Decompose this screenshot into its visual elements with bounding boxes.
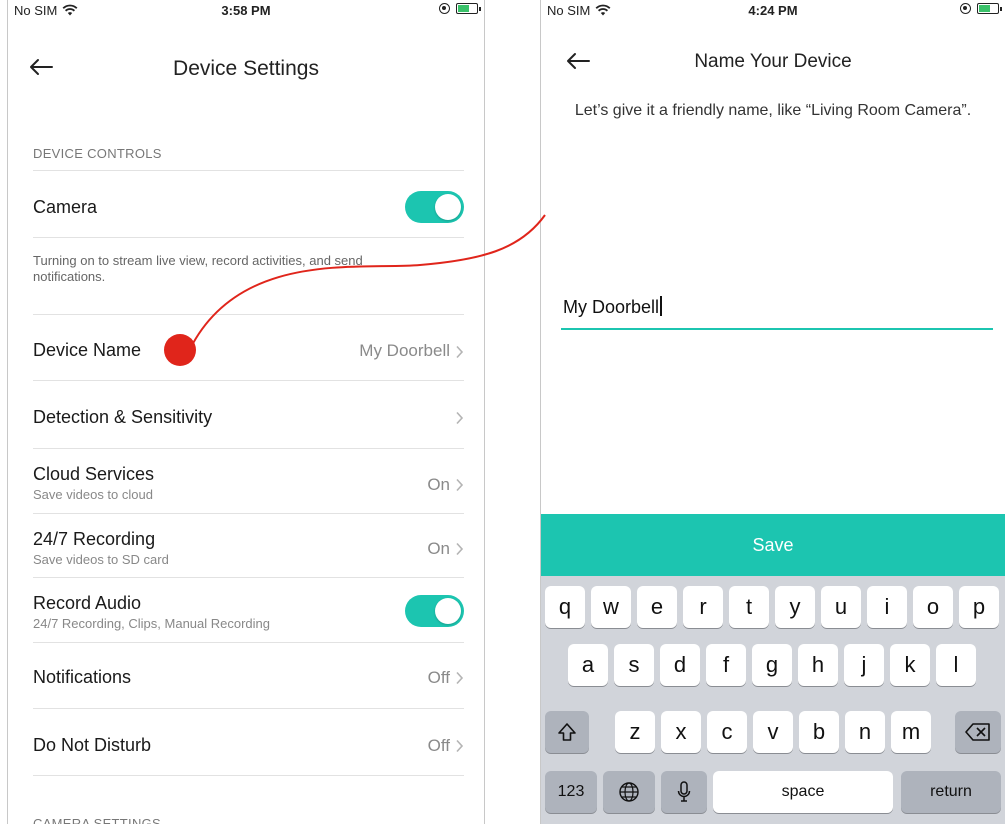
microphone-key[interactable] — [661, 771, 707, 813]
name-device-screen: No SIM 4:24 PM Name Your Device Let’s gi… — [540, 0, 1005, 824]
key-f[interactable]: f — [706, 644, 746, 686]
key-z[interactable]: z — [615, 711, 655, 753]
record-audio-row: Record Audio 24/7 Recording, Clips, Manu… — [33, 577, 464, 643]
record-audio-toggle[interactable] — [405, 595, 464, 627]
globe-icon — [619, 782, 639, 802]
globe-key[interactable] — [603, 771, 655, 813]
key-l[interactable]: l — [936, 644, 976, 686]
device-name-input[interactable]: My Doorbell — [561, 290, 993, 330]
notifications-label: Notifications — [33, 667, 132, 687]
status-time: 4:24 PM — [748, 3, 798, 18]
keyboard-row-2: asdfghjkl — [541, 644, 1005, 694]
recording-label: 24/7 Recording — [33, 529, 156, 549]
instruction-text: Let’s give it a friendly name, like “Liv… — [574, 102, 972, 119]
key-t[interactable]: t — [729, 586, 769, 628]
key-m[interactable]: m — [891, 711, 931, 753]
shift-key[interactable] — [545, 711, 589, 753]
chevron-right-icon — [456, 411, 464, 425]
cloud-services-value: On — [427, 475, 450, 494]
camera-label: Camera — [33, 197, 98, 217]
key-e[interactable]: e — [637, 586, 677, 628]
record-audio-subtitle: 24/7 Recording, Clips, Manual Recording — [33, 616, 271, 631]
key-k[interactable]: k — [890, 644, 930, 686]
rotation-lock-icon — [960, 3, 971, 14]
key-h[interactable]: h — [798, 644, 838, 686]
camera-toggle[interactable] — [405, 191, 464, 223]
chevron-right-icon — [456, 739, 464, 753]
key-c[interactable]: c — [707, 711, 747, 753]
cloud-services-label: Cloud Services — [33, 464, 155, 484]
status-bar: No SIM 4:24 PM — [541, 0, 1005, 22]
camera-row: Camera — [33, 170, 464, 238]
device-name-label: Device Name — [33, 340, 142, 360]
key-i[interactable]: i — [867, 586, 907, 628]
page-title: Device Settings — [173, 57, 319, 80]
notifications-value: Off — [427, 668, 450, 687]
battery-icon — [977, 3, 1002, 14]
keyboard-row-1: qwertyuiop — [541, 586, 1005, 628]
backspace-icon — [965, 723, 990, 741]
divider — [33, 775, 464, 777]
key-o[interactable]: o — [913, 586, 953, 628]
key-x[interactable]: x — [661, 711, 701, 753]
key-w[interactable]: w — [591, 586, 631, 628]
cloud-services-row[interactable]: Cloud Services Save videos to cloud On — [33, 448, 464, 514]
device-name-value: My Doorbell — [359, 341, 450, 360]
key-s[interactable]: s — [614, 644, 654, 686]
battery-icon — [456, 3, 481, 14]
keyboard: qwertyuiop asdfghjkl zxcvbnm 123 space r… — [541, 576, 1005, 824]
shift-icon — [558, 723, 576, 741]
chevron-right-icon — [456, 345, 464, 359]
do-not-disturb-row[interactable]: Do Not Disturb Off — [33, 708, 464, 776]
key-j[interactable]: j — [844, 644, 884, 686]
text-cursor — [660, 296, 662, 316]
save-button[interactable]: Save — [541, 514, 1005, 576]
recording-value: On — [427, 539, 450, 558]
return-key[interactable]: return — [901, 771, 1001, 813]
detection-row[interactable]: Detection & Sensitivity — [33, 380, 464, 449]
cloud-services-subtitle: Save videos to cloud — [33, 487, 153, 502]
recording-row[interactable]: 24/7 Recording Save videos to SD card On — [33, 513, 464, 578]
chevron-right-icon — [456, 478, 464, 492]
microphone-icon — [677, 781, 691, 802]
recording-subtitle: Save videos to SD card — [33, 552, 169, 567]
keyboard-row-3: zxcvbnm — [541, 711, 1005, 753]
nav-bar: Device Settings — [8, 44, 484, 94]
key-v[interactable]: v — [753, 711, 793, 753]
space-key[interactable]: space — [713, 771, 893, 813]
numbers-key[interactable]: 123 — [545, 771, 597, 813]
rotation-lock-icon — [439, 3, 450, 14]
status-bar: No SIM 3:58 PM — [8, 0, 484, 22]
do-not-disturb-value: Off — [427, 736, 450, 755]
backspace-key[interactable] — [955, 711, 1001, 753]
chevron-right-icon — [456, 542, 464, 556]
record-audio-label: Record Audio — [33, 593, 142, 613]
detection-label: Detection & Sensitivity — [33, 407, 213, 427]
device-name-row[interactable]: Device Name My Doorbell — [33, 314, 464, 381]
camera-description: Turning on to stream live view, record a… — [33, 253, 363, 284]
key-u[interactable]: u — [821, 586, 861, 628]
page-title: Name Your Device — [694, 51, 852, 72]
device-name-input-value: My Doorbell — [563, 297, 660, 317]
section-header-device-controls: DEVICE CONTROLS — [33, 146, 162, 161]
key-p[interactable]: p — [959, 586, 999, 628]
key-n[interactable]: n — [845, 711, 885, 753]
key-g[interactable]: g — [752, 644, 792, 686]
do-not-disturb-label: Do Not Disturb — [33, 735, 152, 755]
status-time: 3:58 PM — [221, 3, 271, 18]
key-a[interactable]: a — [568, 644, 608, 686]
key-d[interactable]: d — [660, 644, 700, 686]
chevron-right-icon — [456, 671, 464, 685]
divider — [33, 237, 464, 239]
key-r[interactable]: r — [683, 586, 723, 628]
key-b[interactable]: b — [799, 711, 839, 753]
key-y[interactable]: y — [775, 586, 815, 628]
key-q[interactable]: q — [545, 586, 585, 628]
device-settings-screen: No SIM 3:58 PM Device Settings DEVICE CO… — [7, 0, 485, 824]
nav-bar: Name Your Device — [541, 38, 1005, 88]
notifications-row[interactable]: Notifications Off — [33, 642, 464, 709]
keyboard-row-4: 123 space return — [541, 771, 1005, 813]
section-header-camera-settings: CAMERA SETTINGS — [33, 816, 162, 824]
